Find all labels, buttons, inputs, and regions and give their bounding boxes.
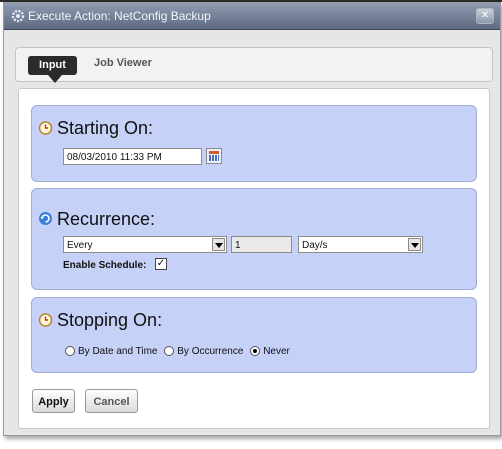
radio-label: By Date and Time xyxy=(78,346,158,357)
close-button[interactable]: ✕ xyxy=(476,8,494,24)
recurrence-mode-value: Every xyxy=(67,240,93,251)
starting-on-panel: Starting On: 08/03/2010 11:33 PM xyxy=(31,105,477,182)
cancel-button[interactable]: Cancel xyxy=(85,389,138,413)
stop-options: By Date and Time By Occurrence Never xyxy=(65,346,294,357)
clock-icon xyxy=(38,121,53,135)
radio-by-date-and-time[interactable] xyxy=(65,346,75,356)
stopping-on-panel: Stopping On: By Date and Time By Occurre… xyxy=(31,297,477,373)
recurrence-unit-value: Day/s xyxy=(302,240,328,251)
dialog-titlebar[interactable]: Execute Action: NetConfig Backup ✕ xyxy=(4,3,500,30)
starting-on-title: Starting On: xyxy=(57,118,154,138)
tab-input[interactable]: Input xyxy=(28,56,77,75)
input-content: Starting On: 08/03/2010 11:33 PM Recurre… xyxy=(18,88,490,429)
execute-action-dialog: Execute Action: NetConfig Backup ✕ Input… xyxy=(3,2,501,436)
refresh-icon xyxy=(39,212,52,225)
recurrence-unit-select[interactable]: Day/s xyxy=(298,236,423,253)
recurrence-interval-field[interactable]: 1 xyxy=(231,236,292,253)
stopping-on-title: Stopping On: xyxy=(57,310,163,330)
active-tab-pointer xyxy=(48,75,62,83)
chevron-down-icon[interactable] xyxy=(408,238,421,251)
recurrence-panel: Recurrence: Every 1 Day/s Enable Schedul… xyxy=(31,188,477,290)
radio-label: Never xyxy=(263,346,290,357)
tab-bar: Input Job Viewer xyxy=(15,47,493,83)
close-icon: ✕ xyxy=(480,10,490,21)
chevron-down-icon[interactable] xyxy=(212,238,225,251)
radio-by-occurrence[interactable] xyxy=(164,346,175,356)
radio-never[interactable] xyxy=(250,346,261,356)
recurrence-mode-select[interactable]: Every xyxy=(63,236,227,253)
clock-icon xyxy=(38,313,53,327)
start-datetime-field[interactable]: 08/03/2010 11:33 PM xyxy=(63,148,202,165)
tab-job-viewer[interactable]: Job Viewer xyxy=(94,57,152,69)
dialog-title: Execute Action: NetConfig Backup xyxy=(28,9,211,23)
enable-schedule-checkbox[interactable]: ✓ xyxy=(155,258,167,270)
enable-schedule-label: Enable Schedule: xyxy=(63,260,147,271)
radio-label: By Occurrence xyxy=(177,346,244,357)
calendar-icon[interactable] xyxy=(206,148,222,164)
recurrence-title: Recurrence: xyxy=(57,209,156,229)
apply-button[interactable]: Apply xyxy=(32,389,75,413)
gear-icon xyxy=(11,9,25,23)
